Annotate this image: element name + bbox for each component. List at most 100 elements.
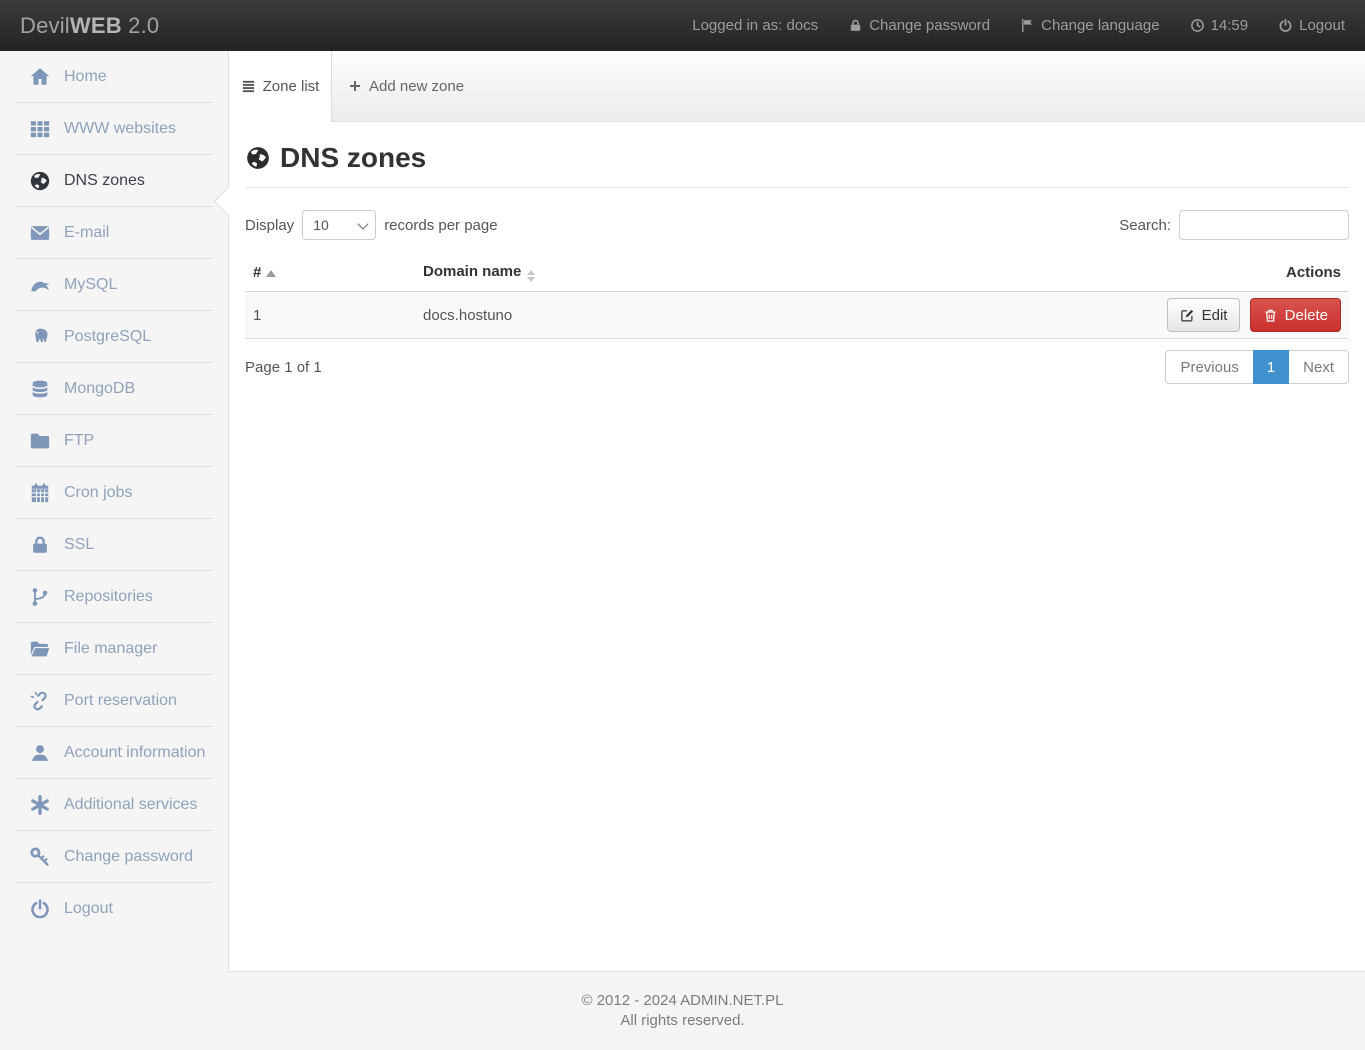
code-branch-icon bbox=[24, 586, 56, 608]
search-control: Search: bbox=[1119, 210, 1349, 240]
sidebar-item-label: MySQL bbox=[64, 276, 117, 294]
sidebar-item-label: Port reservation bbox=[64, 692, 177, 710]
change-password-link[interactable]: Change password bbox=[848, 17, 990, 34]
logged-in-label: Logged in as: docs bbox=[692, 17, 818, 34]
sidebar-item-ftp[interactable]: FTP bbox=[0, 415, 228, 467]
sidebar-item-file-manager[interactable]: File manager bbox=[0, 623, 228, 675]
lock-icon bbox=[24, 534, 56, 556]
footer-rights: All rights reserved. bbox=[0, 1011, 1365, 1031]
logout-label: Logout bbox=[1299, 17, 1345, 34]
sidebar-item-label: Account information bbox=[64, 744, 205, 762]
sidebar-item-mysql[interactable]: MySQL bbox=[0, 259, 228, 311]
sidebar-item-label: PostgreSQL bbox=[64, 328, 151, 346]
sidebar-item-label: DNS zones bbox=[64, 172, 145, 190]
pagination: Previous 1 Next bbox=[1165, 350, 1349, 384]
sidebar-item-mongodb[interactable]: MongoDB bbox=[0, 363, 228, 415]
edit-pencil-icon bbox=[1180, 308, 1195, 323]
main-row: Home WWW websites DNS zones E-mail MySQL… bbox=[0, 51, 1365, 972]
page-size-control: Display 10 records per page bbox=[245, 210, 498, 240]
home-icon bbox=[24, 66, 56, 88]
sidebar-item-cron-jobs[interactable]: Cron jobs bbox=[0, 467, 228, 519]
column-header-domain[interactable]: Domain name bbox=[415, 254, 1049, 292]
broken-link-icon bbox=[24, 690, 56, 712]
pagination-next[interactable]: Next bbox=[1288, 350, 1349, 384]
display-label: Display bbox=[245, 217, 294, 234]
top-navbar: DevilWEB 2.0 Logged in as: docs Change p… bbox=[0, 0, 1365, 51]
sidebar-item-home[interactable]: Home bbox=[0, 51, 228, 103]
sidebar-nav: Home WWW websites DNS zones E-mail MySQL… bbox=[0, 51, 228, 972]
delete-button-label: Delete bbox=[1285, 307, 1328, 324]
sidebar-item-postgresql[interactable]: PostgreSQL bbox=[0, 311, 228, 363]
pagination-page-1[interactable]: 1 bbox=[1253, 350, 1289, 384]
page-summary: Page 1 of 1 bbox=[245, 359, 322, 376]
tab-bar: Zone list Add new zone bbox=[229, 51, 1365, 122]
sidebar-item-label: E-mail bbox=[64, 224, 109, 242]
user-icon bbox=[24, 742, 56, 764]
page-footer: © 2012 - 2024 ADMIN.NET.PL All rights re… bbox=[0, 972, 1365, 1050]
page-size-select[interactable]: 10 bbox=[302, 210, 376, 240]
folder-icon bbox=[24, 430, 56, 452]
asterisk-icon bbox=[24, 794, 56, 816]
sidebar-item-repositories[interactable]: Repositories bbox=[0, 571, 228, 623]
table-header-row: # Domain name Actions bbox=[245, 254, 1349, 292]
brand-suffix: 2.0 bbox=[122, 13, 160, 38]
brand-prefix: Devil bbox=[20, 13, 70, 38]
sidebar-item-label: File manager bbox=[64, 640, 157, 658]
postgresql-elephant-icon bbox=[24, 326, 56, 348]
brand-bold: WEB bbox=[70, 13, 122, 38]
row-index-cell: 1 bbox=[245, 292, 415, 339]
tab-add-new-zone-label: Add new zone bbox=[369, 78, 464, 95]
globe-icon bbox=[24, 170, 56, 192]
top-menu: Logged in as: docs Change password Chang… bbox=[692, 17, 1345, 34]
content-area: DNS zones Display 10 records per page Se… bbox=[229, 142, 1365, 384]
grid-icon bbox=[24, 118, 56, 140]
sidebar-item-change-password[interactable]: Change password bbox=[0, 831, 228, 883]
pagination-previous[interactable]: Previous bbox=[1165, 350, 1253, 384]
sidebar-item-logout[interactable]: Logout bbox=[0, 883, 228, 935]
sidebar-item-account-information[interactable]: Account information bbox=[0, 727, 228, 779]
row-domain-cell: docs.hostuno bbox=[415, 292, 1049, 339]
page-title: DNS zones bbox=[245, 142, 1349, 188]
delete-button[interactable]: Delete bbox=[1250, 298, 1341, 332]
key-icon bbox=[24, 846, 56, 868]
column-header-actions: Actions bbox=[1049, 254, 1349, 292]
logged-in-as: Logged in as: docs bbox=[692, 17, 818, 34]
sidebar-item-label: MongoDB bbox=[64, 380, 135, 398]
change-password-label: Change password bbox=[869, 17, 990, 34]
page-size-select-wrap: 10 bbox=[302, 210, 376, 240]
column-header-index[interactable]: # bbox=[245, 254, 415, 292]
column-header-actions-label: Actions bbox=[1286, 264, 1341, 281]
page-title-text: DNS zones bbox=[280, 142, 426, 174]
database-icon bbox=[24, 378, 56, 400]
sidebar-item-label: WWW websites bbox=[64, 120, 176, 138]
sidebar-item-label: Additional services bbox=[64, 796, 197, 814]
sidebar-item-label: Change password bbox=[64, 848, 193, 866]
clock-display: 14:59 bbox=[1190, 17, 1249, 34]
clock-icon bbox=[1190, 18, 1205, 33]
folder-open-icon bbox=[24, 638, 56, 660]
app-logo[interactable]: DevilWEB 2.0 bbox=[20, 13, 159, 39]
flag-icon bbox=[1020, 18, 1035, 33]
tab-zone-list[interactable]: Zone list bbox=[229, 51, 332, 122]
table-row: 1 docs.hostuno Edit Delete bbox=[245, 292, 1349, 339]
sidebar-item-label: FTP bbox=[64, 432, 94, 450]
sidebar-item-label: Home bbox=[64, 68, 107, 86]
search-input[interactable] bbox=[1179, 210, 1349, 240]
sidebar-item-port-reservation[interactable]: Port reservation bbox=[0, 675, 228, 727]
column-header-domain-label: Domain name bbox=[423, 263, 521, 280]
tab-add-new-zone[interactable]: Add new zone bbox=[348, 78, 464, 95]
plus-icon bbox=[348, 79, 362, 93]
change-language-link[interactable]: Change language bbox=[1020, 17, 1159, 34]
edit-button[interactable]: Edit bbox=[1167, 298, 1241, 332]
table-controls: Display 10 records per page Search: bbox=[245, 210, 1349, 240]
sidebar-item-email[interactable]: E-mail bbox=[0, 207, 228, 259]
sidebar-item-additional-services[interactable]: Additional services bbox=[0, 779, 228, 831]
sidebar-item-dns-zones[interactable]: DNS zones bbox=[0, 155, 228, 207]
search-label: Search: bbox=[1119, 217, 1171, 234]
sidebar-item-label: Logout bbox=[64, 900, 113, 918]
logout-link[interactable]: Logout bbox=[1278, 17, 1345, 34]
sidebar-item-ssl[interactable]: SSL bbox=[0, 519, 228, 571]
content-panel: Zone list Add new zone DNS zones Display… bbox=[228, 51, 1365, 972]
sidebar-item-www-websites[interactable]: WWW websites bbox=[0, 103, 228, 155]
edit-button-label: Edit bbox=[1202, 307, 1228, 324]
